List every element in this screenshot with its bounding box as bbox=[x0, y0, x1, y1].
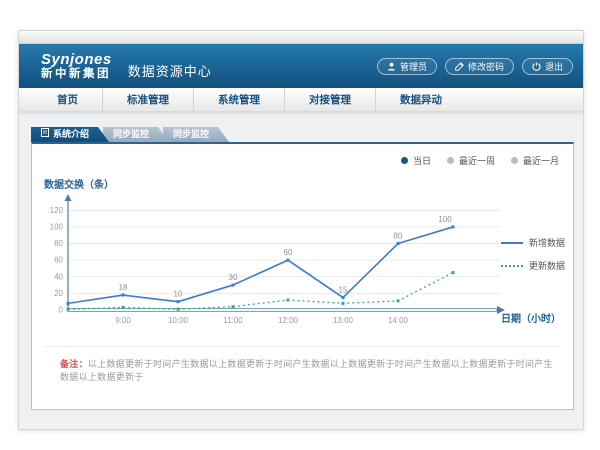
x-tick-label: 14:00 bbox=[388, 316, 409, 325]
y-tick-label: 120 bbox=[50, 206, 64, 215]
tab-label: 系统介绍 bbox=[53, 127, 89, 142]
user-icon bbox=[387, 62, 396, 71]
radio-dot bbox=[447, 157, 454, 164]
data-point bbox=[122, 294, 125, 297]
page-title: 数据资源中心 bbox=[128, 61, 212, 80]
y-axis-title: 数据交换（条） bbox=[44, 176, 114, 191]
admin-user-label: 管理员 bbox=[400, 60, 427, 73]
data-point bbox=[397, 242, 400, 245]
nav-item-data-change[interactable]: 数据异动 bbox=[375, 88, 466, 111]
data-point bbox=[232, 284, 235, 287]
y-tick-label: 40 bbox=[54, 272, 63, 281]
logout-label: 退出 bbox=[545, 60, 563, 73]
dotted-line-swatch bbox=[501, 265, 523, 267]
tab-sync-monitor-2[interactable]: 同步监控 bbox=[163, 127, 229, 142]
data-point-label: 18 bbox=[119, 283, 128, 292]
data-point bbox=[232, 305, 235, 308]
chart-container: 0 20 40 60 80 100 120 9:00 10:00 11:00 12:00 13:00 1… bbox=[40, 192, 512, 337]
data-point bbox=[67, 308, 70, 311]
company-logo: Synjones 新中新集团 bbox=[41, 52, 112, 80]
y-tick-label: 0 bbox=[59, 306, 64, 315]
document-icon bbox=[41, 127, 49, 142]
nav-item-interface-mgmt[interactable]: 对接管理 bbox=[284, 88, 375, 111]
legend-label: 新增数据 bbox=[529, 236, 565, 249]
tab-label: 同步监控 bbox=[113, 127, 149, 142]
y-tick-label: 100 bbox=[50, 222, 64, 231]
data-point bbox=[122, 306, 125, 309]
legend-label: 更新数据 bbox=[529, 259, 565, 272]
data-point bbox=[397, 299, 400, 302]
header-actions: 管理员 修改密码 退出 bbox=[377, 58, 573, 75]
tabs-row: 系统介绍 同步监控 同步监控 bbox=[31, 127, 223, 142]
filter-label: 最近一周 bbox=[459, 154, 495, 167]
edit-icon bbox=[455, 62, 464, 71]
data-point bbox=[342, 296, 345, 299]
tab-sync-monitor-1[interactable]: 同步监控 bbox=[103, 127, 169, 142]
legend-item-updated-data: 更新数据 bbox=[501, 259, 565, 272]
logout-button[interactable]: 退出 bbox=[522, 58, 573, 75]
filter-label: 最近一月 bbox=[523, 154, 559, 167]
time-range-filter: 当日 最近一周 最近一月 bbox=[401, 154, 559, 167]
radio-dot bbox=[511, 157, 518, 164]
note-text: 以上数据更新于时间产生数据以上数据更新于时间产生数据以上数据更新于时间产生数据以… bbox=[60, 359, 553, 382]
logo-text: Synjones bbox=[41, 52, 112, 68]
data-point bbox=[177, 300, 180, 303]
nav-item-standard-mgmt[interactable]: 标准管理 bbox=[102, 88, 193, 111]
solid-line-swatch bbox=[501, 242, 523, 244]
data-point-label: 30 bbox=[229, 273, 238, 282]
logo-subtext: 新中新集团 bbox=[41, 68, 112, 80]
power-icon bbox=[532, 62, 541, 71]
app-header: Synjones 新中新集团 数据资源中心 管理员 修改密码 退出 bbox=[19, 44, 583, 88]
footer-note: 备注：以上数据更新于时间产生数据以上数据更新于时间产生数据以上数据更新于时间产生… bbox=[60, 357, 557, 383]
data-point-label: 80 bbox=[394, 232, 403, 241]
x-tick-label: 9:00 bbox=[115, 316, 131, 325]
change-password-label: 修改密码 bbox=[468, 60, 504, 73]
filter-option-last-week[interactable]: 最近一周 bbox=[447, 154, 495, 167]
content-area: 系统介绍 同步监控 同步监控 当日 最近一周 bbox=[19, 116, 583, 429]
data-point bbox=[177, 308, 180, 311]
filter-option-today[interactable]: 当日 bbox=[401, 154, 431, 167]
panel-divider bbox=[44, 346, 561, 347]
data-point-label: 10 bbox=[174, 290, 183, 299]
x-tick-label: 11:00 bbox=[223, 316, 243, 325]
tab-label: 同步监控 bbox=[173, 127, 209, 142]
data-point bbox=[452, 225, 455, 228]
note-label: 备注： bbox=[60, 359, 88, 369]
change-password-button[interactable]: 修改密码 bbox=[445, 58, 514, 75]
data-point bbox=[287, 299, 290, 302]
nav-item-system-mgmt[interactable]: 系统管理 bbox=[193, 88, 284, 111]
radio-dot-selected bbox=[401, 157, 408, 164]
data-point bbox=[452, 271, 455, 274]
data-point bbox=[342, 302, 345, 305]
y-tick-label: 80 bbox=[54, 239, 63, 248]
filter-option-last-month[interactable]: 最近一月 bbox=[511, 154, 559, 167]
x-tick-label: 12:00 bbox=[278, 316, 299, 325]
main-nav: 首页 标准管理 系统管理 对接管理 数据异动 bbox=[19, 88, 583, 111]
data-point-label: 100 bbox=[438, 215, 452, 224]
data-point-label: 60 bbox=[284, 248, 293, 257]
chart-panel: 当日 最近一周 最近一月 数据交换（条） 0 20 40 60 80 100 120 9:00… bbox=[31, 142, 574, 410]
x-axis-title: 日期（小时） bbox=[501, 310, 561, 325]
x-tick-label: 13:00 bbox=[333, 316, 354, 325]
nav-item-home[interactable]: 首页 bbox=[33, 88, 102, 111]
data-point bbox=[67, 302, 70, 305]
series-legend: 新增数据 更新数据 bbox=[501, 236, 565, 272]
app-window: Synjones 新中新集团 数据资源中心 管理员 修改密码 退出 bbox=[18, 30, 584, 430]
x-axis bbox=[67, 309, 497, 312]
chart-svg: 0 20 40 60 80 100 120 9:00 10:00 11:00 12:00 13:00 1… bbox=[40, 192, 512, 332]
x-tick-label: 10:00 bbox=[168, 316, 189, 325]
tab-system-intro[interactable]: 系统介绍 bbox=[31, 127, 109, 142]
data-point-label: 15 bbox=[339, 286, 348, 295]
legend-item-new-data: 新增数据 bbox=[501, 236, 565, 249]
data-point bbox=[287, 259, 290, 262]
y-tick-label: 20 bbox=[54, 289, 63, 298]
admin-user-button[interactable]: 管理员 bbox=[377, 58, 437, 75]
filter-label: 当日 bbox=[413, 154, 431, 167]
y-axis-arrow bbox=[65, 194, 72, 201]
y-tick-label: 60 bbox=[54, 256, 63, 265]
window-chrome-strip bbox=[19, 31, 583, 44]
